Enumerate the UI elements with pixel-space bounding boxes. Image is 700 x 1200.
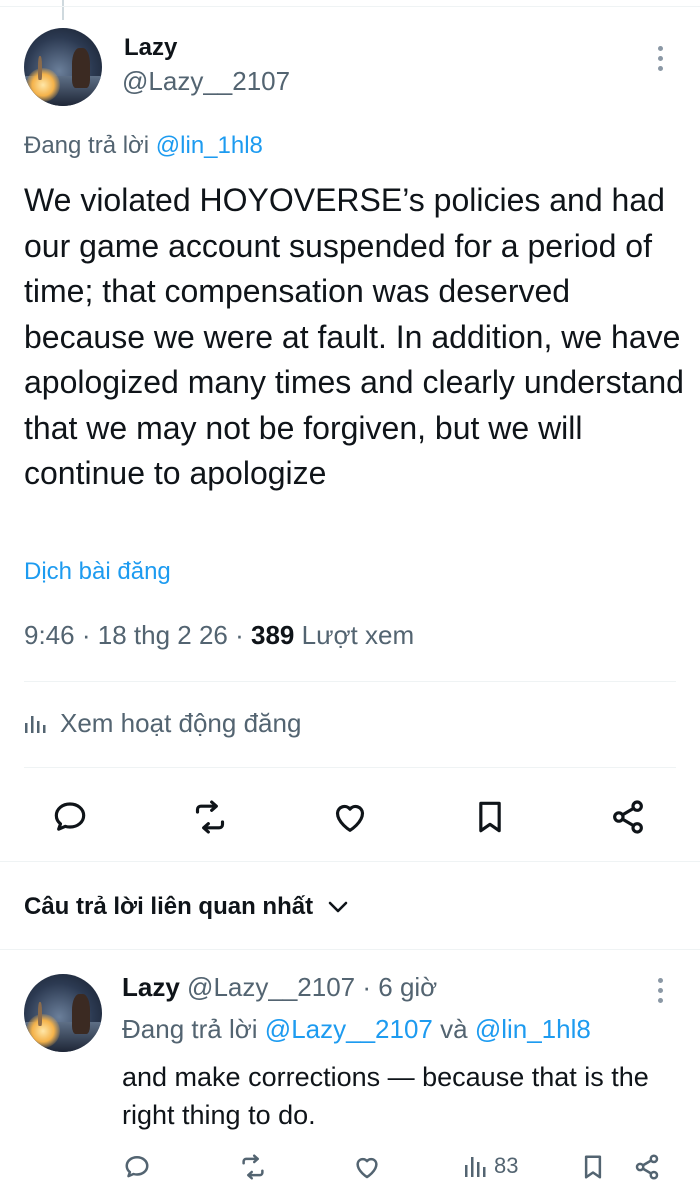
comment-icon [125, 1156, 149, 1178]
reply-repost-button[interactable] [238, 1152, 268, 1182]
post-meta: 9:46 · 18 thg 2 26 · 389 Lượt xem [24, 620, 415, 650]
reply-views-count: 83 [494, 1153, 519, 1178]
views-count: 389 [251, 620, 295, 650]
reply-replying-to: Đang trả lời @Lazy__2107 và @lin_1hl8 [122, 1014, 591, 1044]
activity-label: Xem hoạt động đăng [60, 708, 302, 738]
view-post-activity[interactable]: Xem hoạt động đăng [24, 708, 301, 739]
repost-button[interactable] [188, 795, 232, 839]
reply-views-button[interactable]: 83 [464, 1153, 518, 1179]
post-text: We violated HOYOVERSE’s policies and had… [24, 182, 684, 491]
divider [24, 681, 676, 682]
more-options-icon[interactable] [658, 46, 663, 71]
reply-button[interactable] [48, 795, 92, 839]
views-label: Lượt xem [301, 620, 415, 650]
reply-more-options-icon[interactable] [658, 978, 663, 1003]
reply-author-handle[interactable]: @Lazy__2107 [187, 972, 355, 1002]
replying-to-link-2[interactable]: @lin_1hl8 [475, 1014, 591, 1044]
comment-icon [54, 802, 86, 831]
thread-connector-line [62, 0, 64, 20]
reply-text: and make corrections — because that is t… [122, 1062, 649, 1130]
divider [0, 949, 700, 950]
reply-header: Lazy @Lazy__2107 · 6 giờ [122, 972, 438, 1002]
bar-chart-icon [25, 715, 46, 733]
section-divider [0, 861, 700, 862]
like-button[interactable] [328, 795, 372, 839]
reply-share-button[interactable] [632, 1152, 662, 1182]
replies-section-title: Câu trả lời liên quan nhất [24, 893, 314, 920]
reply-reply-button[interactable] [122, 1152, 152, 1182]
post-time[interactable]: 9:46 [24, 620, 75, 650]
share-icon [635, 1154, 659, 1180]
share-button[interactable] [606, 795, 650, 839]
replying-to-link[interactable]: @lin_1hl8 [156, 132, 263, 159]
heart-icon [356, 1157, 378, 1179]
reply-time[interactable]: 6 giờ [378, 972, 437, 1002]
author-handle[interactable]: @Lazy__2107 [122, 66, 290, 97]
chevron-down-icon [328, 901, 348, 913]
reply-bookmark-button[interactable] [578, 1152, 608, 1182]
repost-icon [242, 1154, 264, 1180]
reply-author-name[interactable]: Lazy [122, 972, 180, 1002]
share-icon [613, 800, 643, 834]
replying-to: Đang trả lời @lin_1hl8 [24, 132, 263, 160]
reply-like-button[interactable] [352, 1152, 382, 1182]
avatar[interactable] [24, 28, 102, 106]
replies-sort-dropdown[interactable]: Câu trả lời liên quan nhất [24, 893, 349, 921]
divider [24, 767, 676, 768]
top-divider [0, 6, 700, 7]
translate-post-link[interactable]: Dịch bài đăng [24, 558, 171, 586]
post-date[interactable]: 18 thg 2 26 [98, 620, 228, 650]
bookmark-icon [584, 1155, 602, 1179]
bookmark-button[interactable] [468, 795, 512, 839]
replying-prefix: Đang trả lời [24, 132, 150, 159]
replying-to-link-1[interactable]: @Lazy__2107 [265, 1014, 433, 1044]
bookmark-icon [479, 801, 501, 833]
repost-icon [195, 800, 225, 834]
author-name[interactable]: Lazy [124, 34, 177, 62]
heart-icon [335, 804, 365, 832]
bar-chart-icon [465, 1157, 486, 1177]
reply-avatar[interactable] [24, 974, 102, 1052]
